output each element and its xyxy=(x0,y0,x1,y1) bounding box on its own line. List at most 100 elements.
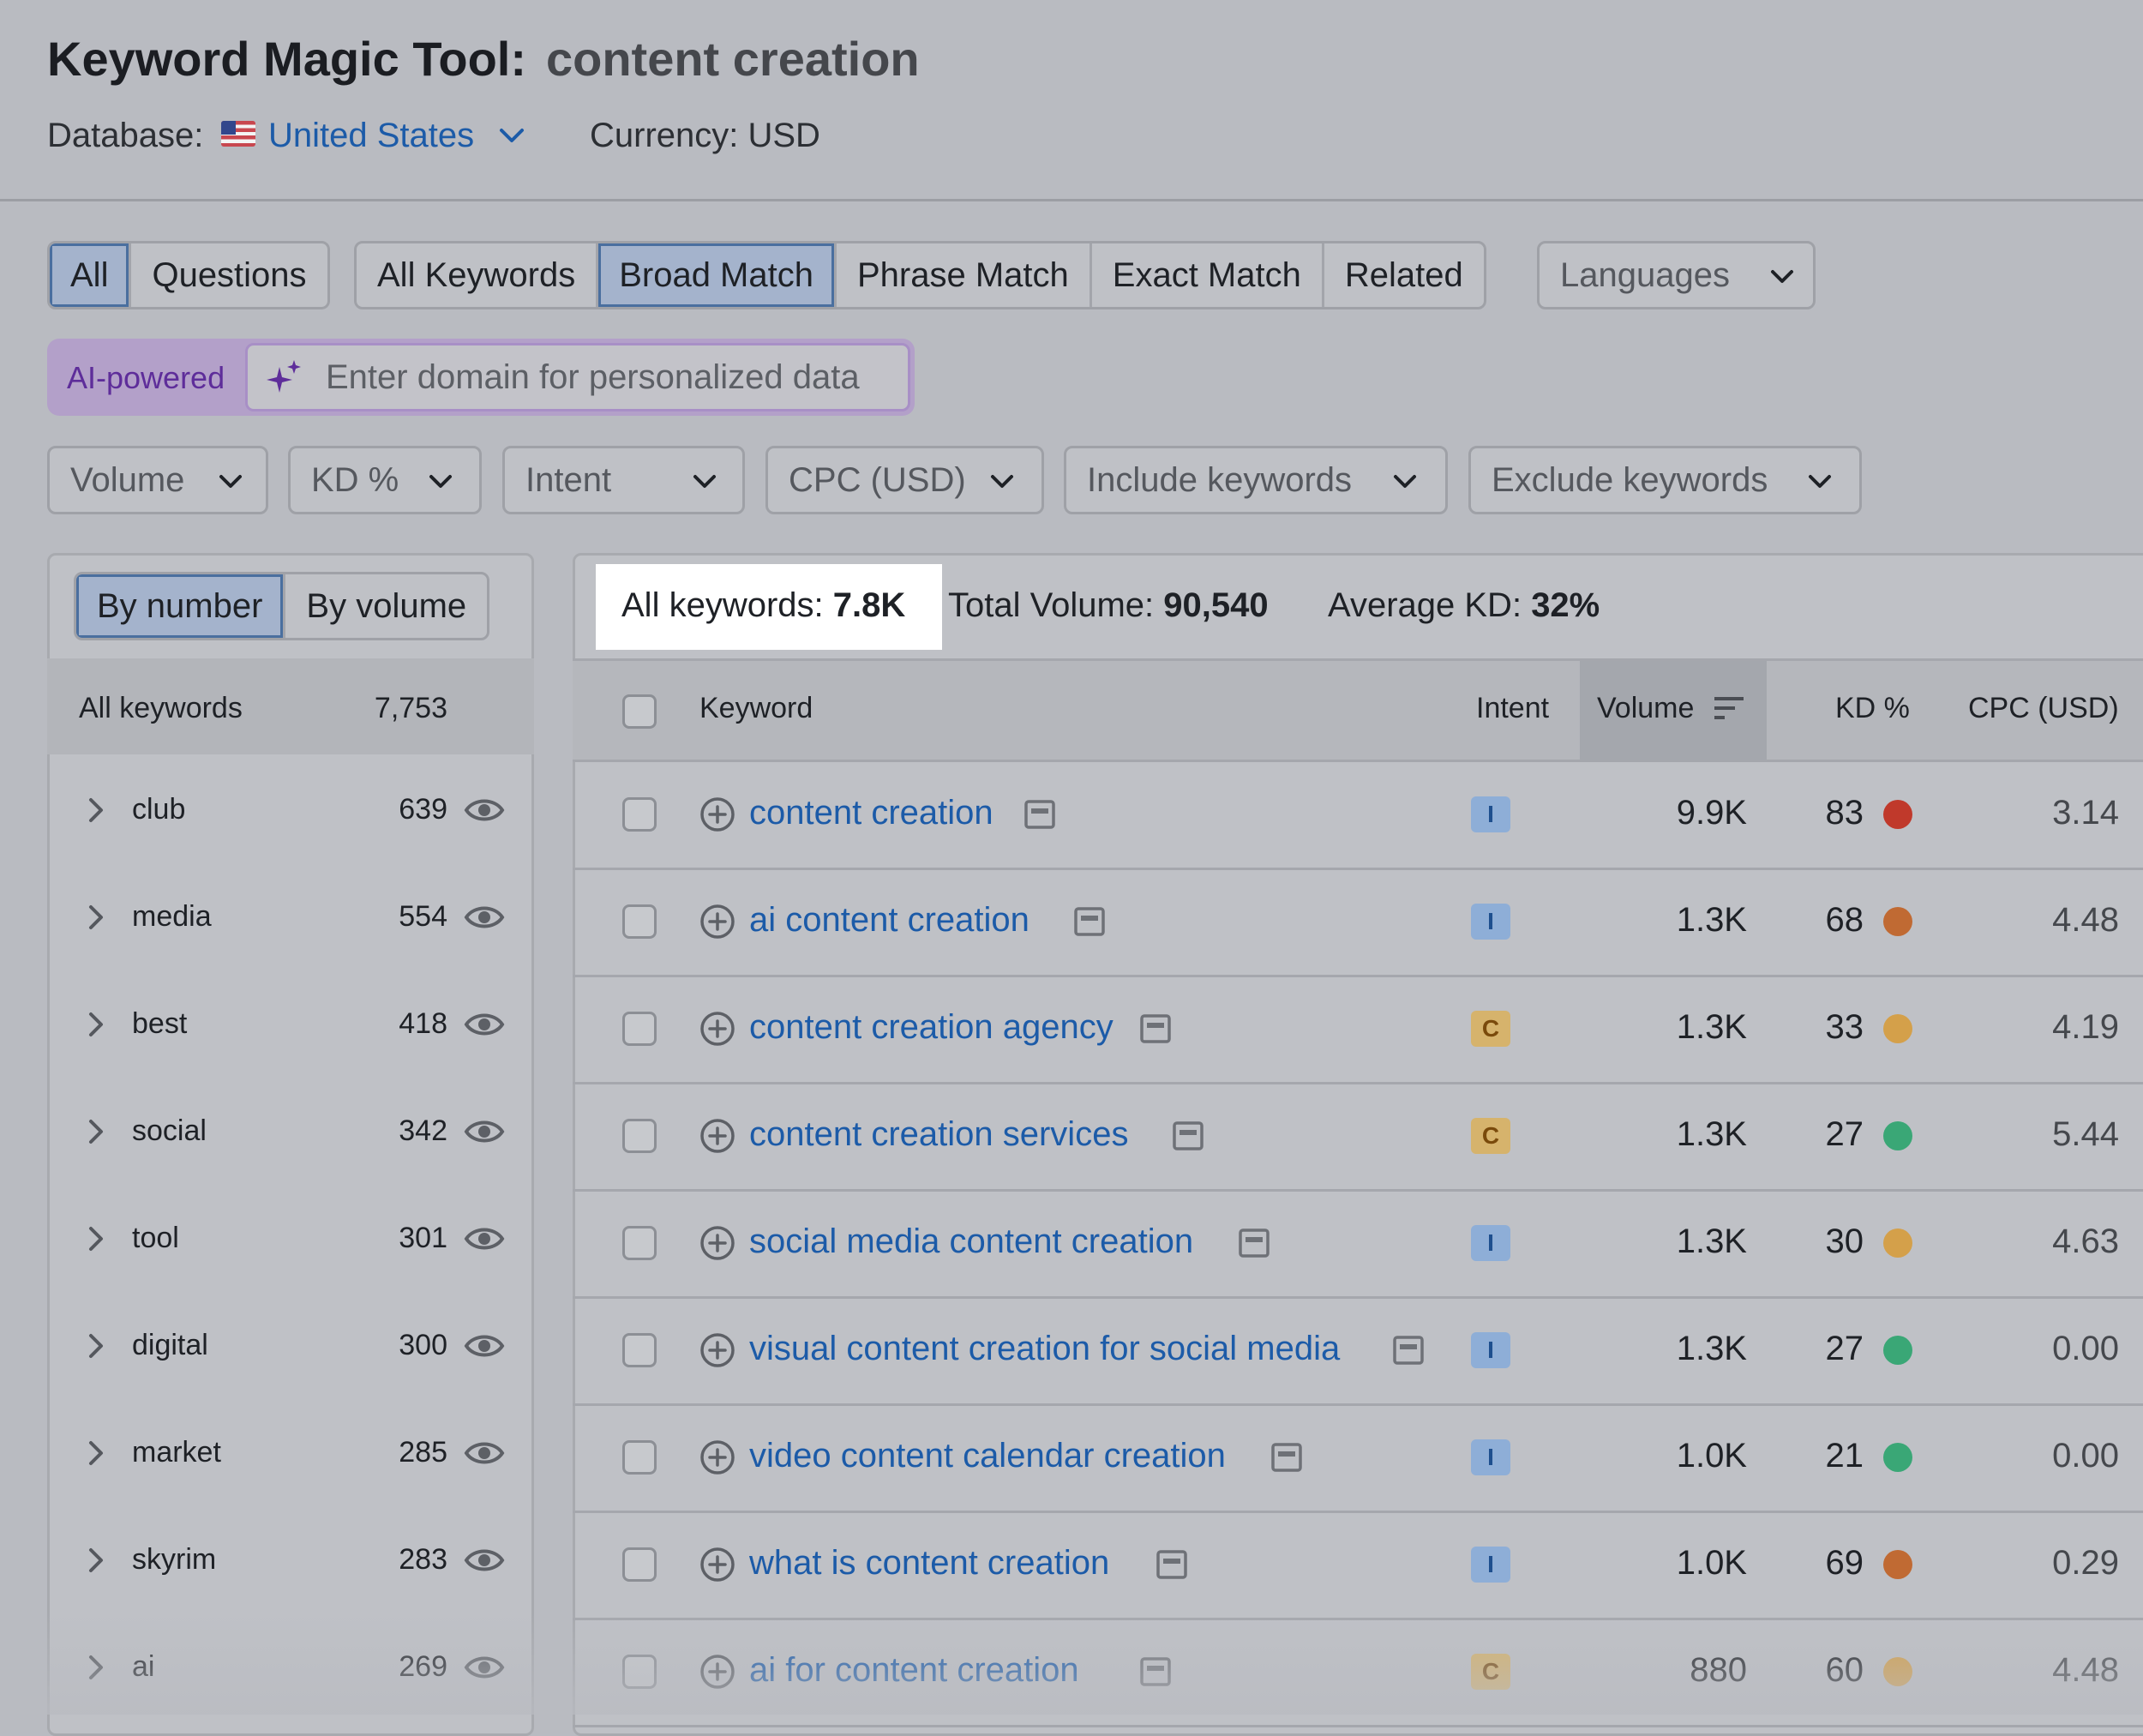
chevron-right-icon[interactable] xyxy=(86,1118,106,1145)
group-row[interactable] xyxy=(47,772,534,875)
select-all-checkbox[interactable] xyxy=(622,694,657,729)
intent-filter[interactable]: Intent xyxy=(502,446,745,514)
row-checkbox[interactable] xyxy=(622,1333,657,1367)
eye-icon[interactable] xyxy=(464,1653,505,1682)
tab-exact-match[interactable]: Exact Match xyxy=(1092,243,1324,307)
group-row[interactable] xyxy=(47,1094,534,1197)
add-to-list-icon[interactable] xyxy=(699,1225,735,1261)
eye-icon[interactable] xyxy=(464,1439,505,1468)
row-checkbox[interactable] xyxy=(622,1012,657,1046)
keyword-link[interactable]: content creation agency xyxy=(749,1008,1114,1047)
add-to-list-icon[interactable] xyxy=(699,1654,735,1690)
add-to-list-icon[interactable] xyxy=(699,1547,735,1583)
cpc-filter[interactable]: CPC (USD) xyxy=(765,446,1044,514)
row-checkbox[interactable] xyxy=(622,1119,657,1153)
intent-badge[interactable]: C xyxy=(1471,1654,1510,1690)
tab-questions[interactable]: Questions xyxy=(131,243,327,307)
chevron-right-icon[interactable] xyxy=(86,1332,106,1360)
include-keywords-filter[interactable]: Include keywords xyxy=(1064,446,1448,514)
chevron-right-icon[interactable] xyxy=(86,1225,106,1252)
row-checkbox[interactable] xyxy=(622,1547,657,1582)
intent-column-header[interactable]: Intent xyxy=(1476,692,1549,725)
serp-features-icon[interactable] xyxy=(1156,1550,1187,1579)
eye-icon[interactable] xyxy=(464,1117,505,1146)
tab-all-keywords[interactable]: All Keywords xyxy=(357,243,599,307)
serp-features-icon[interactable] xyxy=(1239,1228,1270,1258)
sort-descending-icon[interactable] xyxy=(1713,694,1745,722)
serp-features-icon[interactable] xyxy=(1074,907,1105,936)
chevron-right-icon[interactable] xyxy=(86,1439,106,1467)
tab-related[interactable]: Related xyxy=(1324,243,1484,307)
row-checkbox[interactable] xyxy=(622,1440,657,1475)
eye-icon[interactable] xyxy=(464,1224,505,1253)
tab-all[interactable]: All xyxy=(50,243,132,307)
group-row[interactable] xyxy=(47,1630,534,1733)
eye-icon[interactable] xyxy=(464,796,505,825)
keyword-link[interactable]: what is content creation xyxy=(749,1544,1109,1583)
keyword-link[interactable]: content creation xyxy=(749,794,993,832)
volume-filter[interactable]: Volume xyxy=(47,446,268,514)
row-checkbox[interactable] xyxy=(622,1655,657,1689)
serp-features-icon[interactable] xyxy=(1139,1014,1171,1043)
add-to-list-icon[interactable] xyxy=(699,1118,735,1154)
intent-badge[interactable]: C xyxy=(1471,1118,1510,1154)
serp-features-icon[interactable] xyxy=(1139,1657,1171,1686)
row-checkbox[interactable] xyxy=(622,1226,657,1260)
chevron-right-icon[interactable] xyxy=(86,1654,106,1681)
add-to-list-icon[interactable] xyxy=(699,796,735,832)
eye-icon[interactable] xyxy=(464,1331,505,1361)
tool-title: Keyword Magic Tool: xyxy=(47,32,526,86)
serp-features-icon[interactable] xyxy=(1271,1443,1302,1472)
chevron-right-icon[interactable] xyxy=(86,1547,106,1574)
kd-column-header[interactable]: KD % xyxy=(1835,692,1910,725)
database-selector[interactable]: United States xyxy=(268,117,474,155)
add-to-list-icon[interactable] xyxy=(699,1011,735,1047)
volume-column-header[interactable]: Volume xyxy=(1597,692,1694,725)
kd-filter[interactable]: KD % xyxy=(288,446,482,514)
chevron-right-icon[interactable] xyxy=(86,1011,106,1038)
chevron-right-icon[interactable] xyxy=(86,904,106,931)
group-row[interactable] xyxy=(47,1523,534,1625)
chevron-right-icon[interactable] xyxy=(86,796,106,824)
group-row[interactable] xyxy=(47,1201,534,1304)
intent-badge[interactable]: I xyxy=(1471,1332,1510,1368)
serp-features-icon[interactable] xyxy=(1393,1336,1424,1365)
eye-icon[interactable] xyxy=(464,1010,505,1039)
intent-badge[interactable]: I xyxy=(1471,1547,1510,1583)
tab-phrase-match[interactable]: Phrase Match xyxy=(837,243,1092,307)
intent-badge[interactable]: I xyxy=(1471,904,1510,940)
add-to-list-icon[interactable] xyxy=(699,1332,735,1368)
keyword-link[interactable]: ai content creation xyxy=(749,901,1029,940)
intent-badge[interactable]: I xyxy=(1471,1225,1510,1261)
intent-badge[interactable]: I xyxy=(1471,1439,1510,1475)
tab-broad-match[interactable]: Broad Match xyxy=(598,243,837,307)
add-to-list-icon[interactable] xyxy=(699,904,735,940)
cpc-filter-label: CPC (USD) xyxy=(789,460,966,499)
by-number-button[interactable]: By number xyxy=(76,574,286,638)
group-row[interactable] xyxy=(47,880,534,982)
eye-icon[interactable] xyxy=(464,903,505,932)
serp-features-icon[interactable] xyxy=(1024,800,1055,829)
eye-icon[interactable] xyxy=(464,1546,505,1575)
group-row[interactable] xyxy=(47,987,534,1090)
intent-badge[interactable]: C xyxy=(1471,1011,1510,1047)
keyword-link[interactable]: visual content creation for social media xyxy=(749,1330,1340,1368)
kd-difficulty-dot xyxy=(1883,1443,1912,1472)
group-row[interactable] xyxy=(47,1415,534,1518)
row-checkbox[interactable] xyxy=(622,904,657,939)
keyword-link[interactable]: social media content creation xyxy=(749,1222,1193,1261)
cpc-column-header[interactable]: CPC (USD) xyxy=(1968,692,2119,725)
serp-features-icon[interactable] xyxy=(1173,1121,1204,1150)
keyword-column-header[interactable]: Keyword xyxy=(699,692,813,725)
group-row[interactable] xyxy=(47,1308,534,1411)
keyword-link[interactable]: content creation services xyxy=(749,1115,1128,1154)
intent-badge[interactable]: I xyxy=(1471,796,1510,832)
row-checkbox[interactable] xyxy=(622,797,657,832)
by-volume-button[interactable]: By volume xyxy=(285,574,487,638)
keyword-link[interactable]: ai for content creation xyxy=(749,1651,1079,1690)
languages-dropdown[interactable]: Languages xyxy=(1537,241,1816,309)
exclude-keywords-filter[interactable]: Exclude keywords xyxy=(1468,446,1862,514)
keyword-link[interactable]: video content calendar creation xyxy=(749,1437,1226,1475)
add-to-list-icon[interactable] xyxy=(699,1439,735,1475)
chevron-down-icon[interactable] xyxy=(497,125,526,146)
